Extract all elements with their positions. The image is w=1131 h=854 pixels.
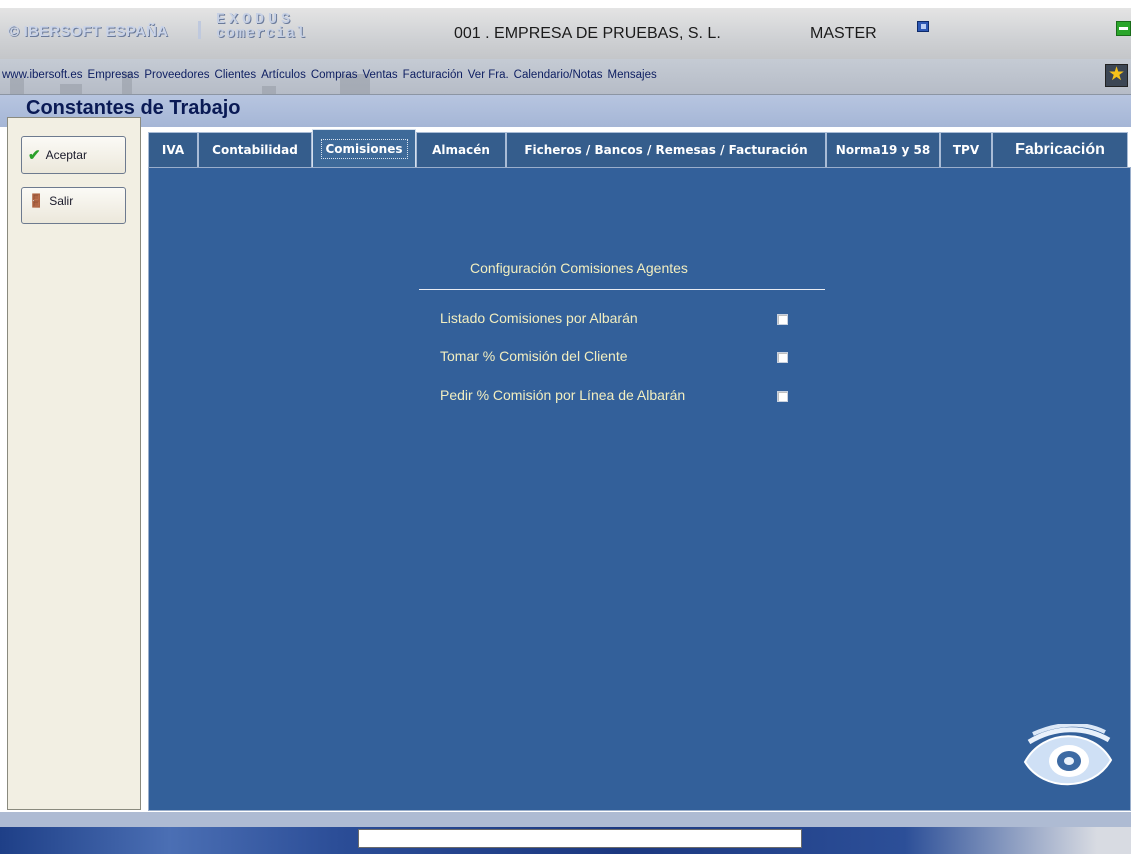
exit-button[interactable]: 🚪 Salir (21, 187, 126, 224)
menu-item[interactable]: Empresas (88, 69, 140, 81)
tab-tpv[interactable]: TPV (940, 132, 992, 167)
option-checkbox[interactable] (777, 391, 788, 402)
accept-button[interactable]: ✔ Aceptar (21, 136, 126, 174)
option-label: Tomar % Comisión del Cliente (440, 348, 628, 364)
section-divider (419, 289, 825, 290)
menu-item[interactable]: Proveedores (144, 69, 209, 81)
status-strip (0, 812, 1131, 827)
menu-item[interactable]: Compras (311, 69, 358, 81)
menu-item[interactable]: Calendario/Notas (514, 69, 603, 81)
tab-label: Ficheros / Bancos / Remesas / Facturació… (524, 143, 808, 157)
option-checkbox[interactable] (777, 314, 788, 325)
product-logo-bottom: comercial (216, 25, 307, 42)
brand-logo: © IBERSOFT ESPAÑA (8, 23, 169, 40)
action-sidebar: ✔ Aceptar 🚪 Salir (7, 117, 141, 810)
tab-label: Norma19 y 58 (835, 143, 931, 157)
section-title: Configuración Comisiones Agentes (470, 260, 688, 276)
tab-ficheros-bancos-remesas-facturación[interactable]: Ficheros / Bancos / Remesas / Facturació… (506, 132, 826, 167)
menu-item[interactable]: Ver Fra. (468, 69, 509, 81)
checkmark-icon: ✔ (28, 146, 41, 164)
menu-item[interactable]: Mensajes (608, 69, 657, 81)
user-window-icon[interactable] (917, 21, 929, 32)
accept-button-label: Aceptar (45, 148, 87, 162)
menu-item[interactable]: Clientes (215, 69, 257, 81)
product-logo: EXODUS comercial (216, 11, 336, 47)
skyline-decoration (262, 86, 276, 94)
brand-separator (198, 21, 201, 39)
minimize-icon[interactable] (1116, 21, 1131, 36)
favorites-star-icon[interactable]: ★ (1105, 64, 1128, 87)
eye-logo-icon (1023, 724, 1113, 786)
tab-almacén[interactable]: Almacén (416, 132, 506, 167)
tab-label: Almacén (432, 143, 490, 157)
menu-item[interactable]: Ventas (363, 69, 398, 81)
commissions-panel: Configuración Comisiones Agentes Listado… (148, 167, 1131, 811)
option-checkbox[interactable] (777, 352, 788, 363)
user-name: MASTER (810, 25, 877, 42)
tab-label: Fabricación (1015, 141, 1105, 158)
menu-bar: www.ibersoft.es Empresas Proveedores Client… (0, 59, 1131, 95)
tab-comisiones[interactable]: Comisiones (312, 129, 416, 167)
menu-item[interactable]: www.ibersoft.es (2, 69, 83, 81)
tab-label: Contabilidad (212, 143, 298, 157)
taskbar-input[interactable] (358, 829, 802, 848)
header-bar: © IBERSOFT ESPAÑA EXODUS comercial 001 .… (0, 8, 1131, 59)
title-bar: Constantes de Trabajo (0, 95, 1131, 127)
tab-iva[interactable]: IVA (148, 132, 198, 167)
company-name: 001 . EMPRESA DE PRUEBAS, S. L. (454, 25, 721, 42)
tab-norma19-y-58[interactable]: Norma19 y 58 (826, 132, 940, 167)
tab-contabilidad[interactable]: Contabilidad (198, 132, 312, 167)
tab-label: IVA (161, 143, 185, 157)
option-label: Pedir % Comisión por Línea de Albarán (440, 387, 686, 403)
exit-door-icon: 🚪 (28, 193, 45, 208)
menu-item[interactable]: Artículos (261, 69, 306, 81)
tab-label: Comisiones (320, 138, 408, 159)
tab-fabricación[interactable]: Fabricación (992, 132, 1128, 167)
option-label: Listado Comisiones por Albarán (440, 310, 638, 326)
main-menu: www.ibersoft.es Empresas Proveedores Client… (2, 69, 657, 81)
skyline-decoration (60, 84, 82, 94)
app-window: © IBERSOFT ESPAÑA EXODUS comercial 001 .… (0, 0, 1131, 854)
exit-button-label: Salir (49, 194, 74, 208)
tab-label: TPV (952, 143, 980, 157)
menu-item[interactable]: Facturación (403, 69, 463, 81)
